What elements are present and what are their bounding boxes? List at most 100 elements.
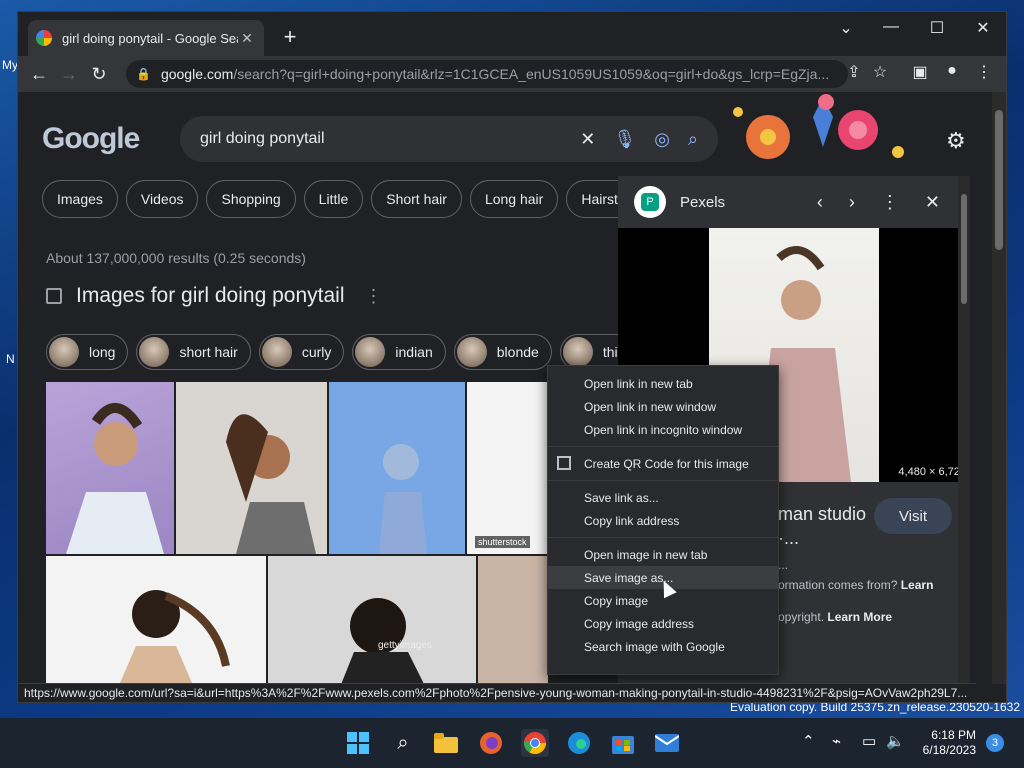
firefox-icon[interactable] — [477, 729, 505, 757]
tray-overflow-icon[interactable]: ⌃ — [802, 732, 815, 750]
panel-scrollbar[interactable] — [958, 176, 970, 684]
thumbnail — [139, 337, 170, 367]
related-chip[interactable]: long — [46, 334, 129, 370]
volume-icon[interactable]: 🔈 — [886, 732, 905, 750]
settings-gear-icon[interactable]: ⚙ — [946, 128, 966, 154]
image-icon — [46, 288, 62, 304]
tab-title: girl doing ponytail - Google Sear — [62, 30, 238, 46]
file-explorer-icon[interactable] — [432, 729, 460, 757]
menu-item-open-image-new-tab[interactable]: Open image in new tab — [548, 543, 778, 566]
voice-search-icon[interactable]: 🎙 — [613, 129, 636, 150]
menu-item-open-link-new-window[interactable]: Open link in new window — [548, 395, 778, 418]
store-icon[interactable] — [609, 729, 637, 757]
google-logo[interactable]: Google — [42, 122, 140, 156]
filter-chip[interactable]: Short hair — [371, 180, 462, 218]
more-options-icon[interactable]: ⋮ — [881, 192, 899, 213]
page-scrollbar[interactable] — [992, 92, 1006, 684]
share-icon[interactable]: ⇪ — [842, 62, 866, 82]
image-result[interactable] — [46, 382, 174, 554]
next-icon[interactable]: › — [849, 192, 855, 213]
taskbar: ⌕ ⌃ ⌁ ▭ 🔈 6:18 PM 6/18/2023 3 — [0, 718, 1024, 768]
browser-window: girl doing ponytail - Google Sear ✕ + ⌄ … — [17, 11, 1007, 703]
mail-icon[interactable] — [653, 729, 681, 757]
thumbnail — [261, 337, 292, 367]
address-bar[interactable]: 🔒 google.com/search?q=girl+doing+ponytai… — [126, 60, 848, 88]
menu-item-open-link-new-tab[interactable]: Open link in new tab — [548, 372, 778, 395]
menu-item-copy-link[interactable]: Copy link address — [548, 509, 778, 532]
active-tab[interactable]: girl doing ponytail - Google Sear ✕ — [28, 20, 264, 56]
clock[interactable]: 6:18 PM 6/18/2023 — [923, 728, 976, 758]
start-icon[interactable] — [344, 729, 372, 757]
preview-title[interactable]: man studio ·... — [778, 502, 888, 550]
learn-more-link[interactable]: Learn More — [827, 610, 892, 624]
image-result[interactable]: gettyimages — [268, 556, 476, 684]
status-bar-url: https://www.google.com/url?sa=i&url=http… — [18, 683, 976, 702]
reload-icon[interactable]: ↻ — [84, 64, 114, 85]
google-favicon-icon — [36, 30, 52, 46]
related-chip[interactable]: blonde — [453, 334, 552, 370]
new-tab-icon[interactable]: + — [278, 24, 302, 50]
visit-button[interactable]: Visit — [874, 498, 952, 534]
menu-item-save-link[interactable]: Save link as... — [548, 486, 778, 509]
close-panel-icon[interactable]: ✕ — [925, 192, 940, 213]
bookmark-star-icon[interactable]: ☆ — [868, 62, 892, 82]
more-options-icon[interactable]: ⋮ — [364, 286, 382, 307]
image-result[interactable] — [46, 556, 266, 684]
related-chip[interactable]: indian — [352, 334, 446, 370]
chrome-icon[interactable] — [521, 729, 549, 757]
menu-item-search-image[interactable]: Search image with Google — [548, 635, 778, 658]
panel-text: ormation comes from? Learn — [778, 578, 934, 592]
search-input[interactable]: girl doing ponytail ✕ 🎙 ◎ ⌕ — [180, 116, 718, 162]
menu-separator — [548, 537, 778, 538]
desktop-label[interactable]: N — [6, 352, 15, 366]
image-result[interactable] — [478, 556, 548, 684]
menu-item-create-qr[interactable]: Create QR Code for this image — [548, 452, 778, 475]
tab-search-icon[interactable]: ⌄ — [831, 18, 861, 38]
display-icon[interactable]: ▭ — [862, 732, 876, 750]
back-icon[interactable]: ← — [24, 64, 54, 85]
image-figure — [119, 590, 230, 684]
previous-icon[interactable]: ‹ — [817, 192, 823, 213]
related-chip[interactable]: curly — [258, 334, 345, 370]
search-icon[interactable]: ⌕ — [688, 129, 698, 150]
image-result[interactable] — [329, 382, 465, 554]
desktop-label[interactable]: My — [2, 58, 18, 72]
notification-badge[interactable]: 3 — [986, 734, 1004, 752]
images-heading-text[interactable]: Images for girl doing ponytail — [76, 284, 344, 308]
thumbnail — [355, 337, 386, 367]
clear-icon[interactable]: ✕ — [580, 129, 595, 150]
filter-chip[interactable]: Images — [42, 180, 118, 218]
maximize-icon[interactable]: ☐ — [922, 18, 952, 38]
menu-icon[interactable]: ⋮ — [972, 62, 996, 82]
watermark: gettyimages — [378, 640, 432, 651]
lens-icon[interactable]: ◎ — [654, 129, 670, 150]
lock-icon[interactable]: 🔒 — [136, 67, 151, 81]
image-result[interactable] — [176, 382, 327, 554]
close-window-icon[interactable]: ✕ — [968, 18, 998, 38]
network-off-icon[interactable]: ⌁ — [832, 732, 841, 750]
minimize-icon[interactable]: — — [876, 18, 906, 36]
menu-item-open-link-incognito[interactable]: Open link in incognito window — [548, 418, 778, 441]
learn-link[interactable]: Learn — [901, 578, 934, 592]
image-figure — [66, 402, 164, 554]
image-result[interactable]: shutterstock — [467, 382, 547, 554]
forward-icon[interactable]: → — [54, 64, 84, 85]
panel-site-name[interactable]: Pexels — [680, 194, 791, 211]
menu-item-copy-image-address[interactable]: Copy image address — [548, 612, 778, 635]
related-chip[interactable]: short hair — [136, 334, 251, 370]
filter-chip[interactable]: Long hair — [469, 180, 559, 218]
filter-chip[interactable]: Little — [303, 180, 364, 218]
filter-chip[interactable]: Videos — [125, 180, 199, 218]
filter-chip[interactable]: Shopping — [206, 180, 296, 218]
context-menu: Open link in new tab Open link in new wi… — [547, 365, 779, 675]
profile-icon[interactable]: ● — [940, 62, 964, 80]
url-text: google.com/search?q=girl+doing+ponytail&… — [160, 66, 830, 82]
panel-text: ... — [778, 558, 789, 572]
side-panel-icon[interactable]: ▣ — [908, 62, 932, 82]
filter-chips: Images Videos Shopping Little Short hair… — [42, 180, 640, 218]
panel-header: P Pexels ‹ › ⋮ ✕ — [618, 176, 970, 228]
edge-icon[interactable] — [565, 729, 593, 757]
search-icon[interactable]: ⌕ — [389, 729, 417, 757]
close-tab-icon[interactable]: ✕ — [238, 30, 256, 47]
image-dimensions: 4,480 × 6,720 — [898, 466, 966, 478]
